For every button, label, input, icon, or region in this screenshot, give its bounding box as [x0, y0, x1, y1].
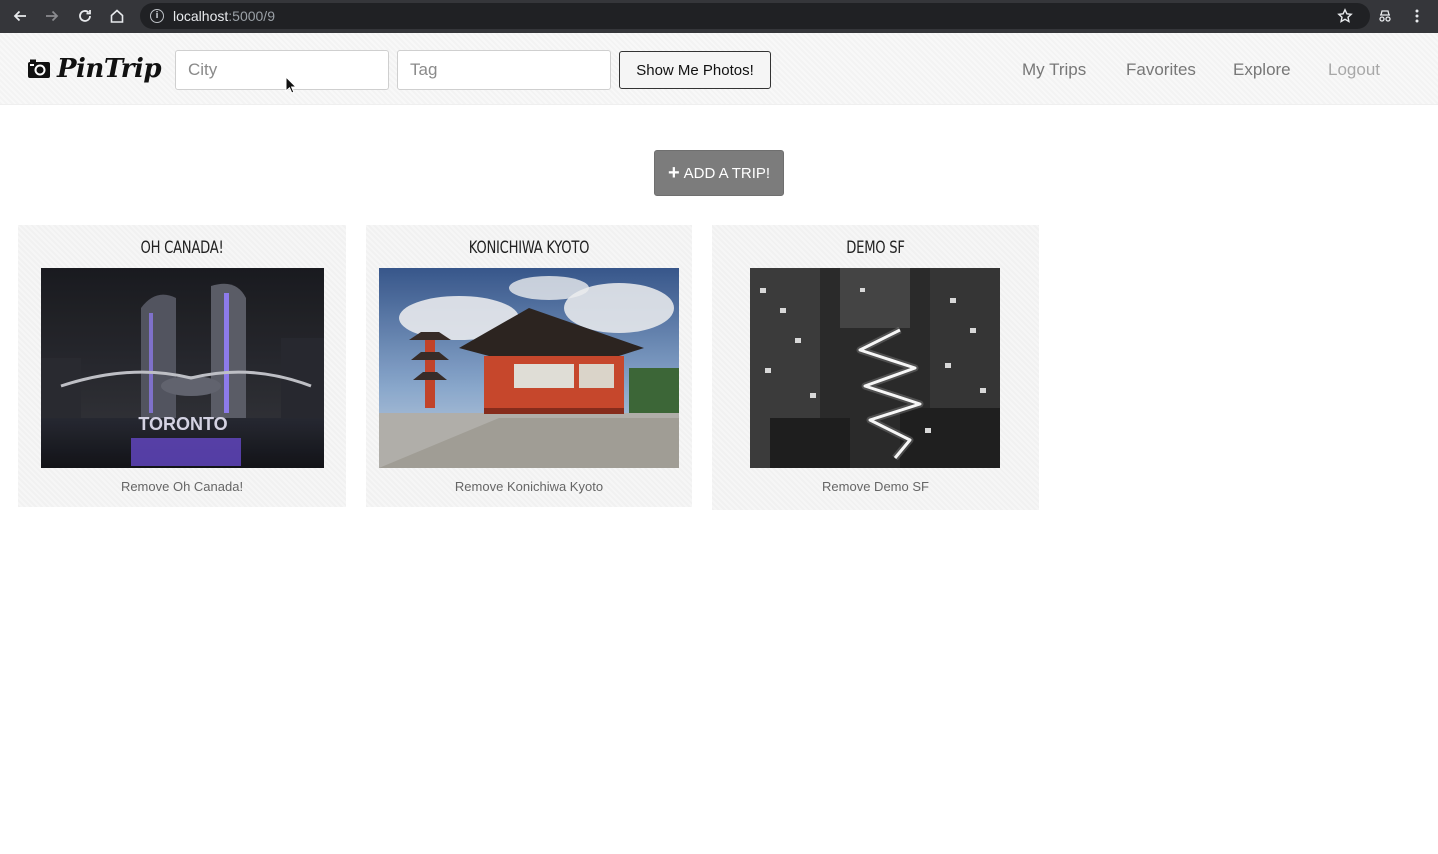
city-input[interactable] [175, 50, 389, 90]
trip-photo[interactable]: TORONTO [41, 268, 324, 468]
url-text: localhost:5000/9 [173, 8, 275, 24]
incognito-icon[interactable] [1375, 6, 1395, 26]
trip-title: DEMO SF [846, 238, 905, 258]
nav-link-my-trips[interactable]: My Trips [1022, 59, 1086, 81]
back-arrow-icon[interactable] [9, 6, 31, 26]
brand-name: PinTrip [57, 54, 162, 84]
nav-link-logout[interactable]: Logout [1328, 59, 1380, 81]
show-photos-button[interactable]: Show Me Photos! [619, 51, 771, 89]
sf-lombard-photo-image [750, 268, 1000, 468]
brand-logo[interactable]: PinTrip [27, 54, 162, 84]
add-trip-button[interactable]: + ADD A TRIP! [654, 150, 784, 196]
trip-title: KONICHIWA KYOTO [468, 238, 590, 258]
nav-link-explore[interactable]: Explore [1233, 59, 1291, 81]
trip-title: OH CANADA! [140, 238, 224, 258]
mouse-cursor-icon [285, 76, 298, 94]
toronto-photo-image: TORONTO [41, 268, 324, 468]
plus-icon: + [667, 162, 680, 184]
forward-arrow-icon[interactable] [41, 6, 63, 26]
trip-photo[interactable] [750, 268, 1000, 468]
bookmark-star-icon[interactable] [1335, 6, 1355, 26]
tag-input[interactable] [397, 50, 611, 90]
trip-card: OH CANADA! TORONTO Remove Oh Canada! [18, 225, 346, 507]
nav-link-favorites[interactable]: Favorites [1126, 59, 1196, 81]
trip-card: DEMO SF Remove Demo SF [712, 225, 1039, 510]
remove-trip-link[interactable]: Remove Oh Canada! [18, 479, 346, 494]
address-bar[interactable]: i localhost:5000/9 [140, 3, 1370, 29]
remove-trip-link[interactable]: Remove Demo SF [712, 479, 1039, 494]
trip-photo[interactable] [379, 268, 679, 468]
reload-icon[interactable] [74, 6, 96, 26]
add-trip-label: ADD A TRIP! [683, 164, 771, 182]
remove-trip-link[interactable]: Remove Konichiwa Kyoto [366, 479, 692, 494]
site-info-icon[interactable]: i [150, 9, 164, 23]
home-icon[interactable] [106, 6, 128, 26]
trip-card: KONICHIWA KYOTO Remove Konichiwa Kyoto [366, 225, 692, 507]
browser-toolbar: i localhost:5000/9 [0, 0, 1438, 33]
menu-kebab-icon[interactable] [1407, 6, 1427, 26]
kyoto-photo-image [379, 268, 679, 468]
app-navbar: PinTrip Show Me Photos! My Trips Favorit… [0, 33, 1438, 105]
camera-icon [28, 59, 50, 78]
